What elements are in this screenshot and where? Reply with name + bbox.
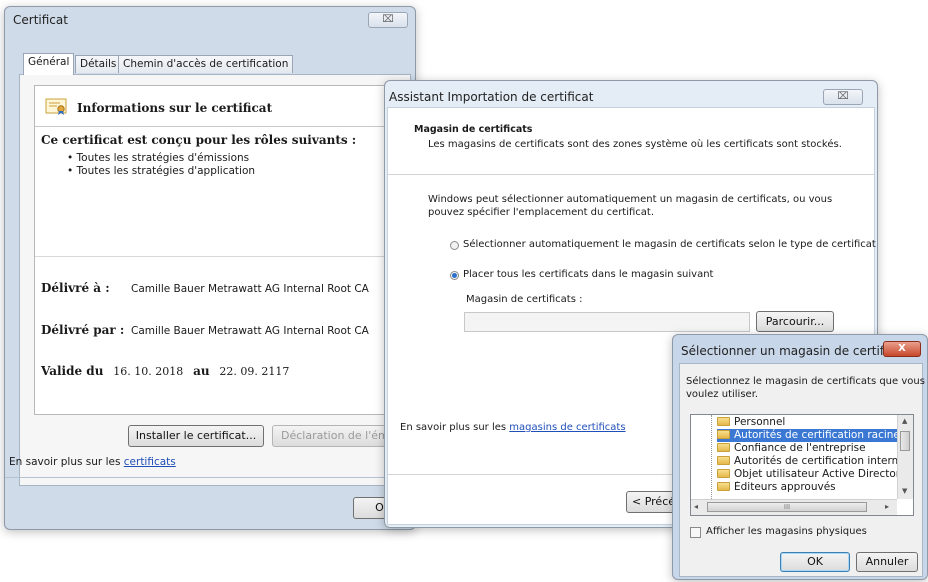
scroll-right-icon[interactable]: ▸ [885,502,889,511]
valid-to: 22. 09. 2117 [219,365,290,378]
certificate-stores-link[interactable]: magasins de certificats [509,422,625,433]
certificate-window: Certificat ⌧ Général Détails Chemin d'ac… [4,6,416,530]
show-physical-label[interactable]: Afficher les magasins physiques [706,526,867,537]
store-item-trusted-root[interactable]: Autorités de certification racines de co… [717,429,897,442]
vertical-scrollbar[interactable]: ▲ ▼ [897,415,913,499]
header-divider [35,126,395,127]
learn-more: En savoir plus sur les magasins de certi… [400,422,626,433]
store-item-active-directory[interactable]: Objet utilisateur Active Directory [717,468,897,481]
roles-divider [35,256,395,257]
certificates-link[interactable]: certificats [124,456,176,468]
radio-auto-select[interactable] [450,241,459,250]
valid-from: 16. 10. 2018 [113,365,184,378]
learn-more-text: En savoir plus sur les [9,456,121,468]
hscroll-thumb[interactable]: III [707,502,867,512]
prompt-line: Sélectionnez le magasin de certificats q… [686,376,925,387]
role-item: • Toutes les stratégies d'application [67,165,256,177]
valid-label: Valide du [41,364,104,378]
radio-place-all-label[interactable]: Placer tous les certificats dans le maga… [463,269,713,280]
issued-to-value: Camille Bauer Metrawatt AG Internal Root… [131,283,369,295]
scroll-up-icon[interactable]: ▲ [902,417,907,425]
section-description: Les magasins de certificats sont des zon… [428,139,842,150]
store-list: Personnel Autorités de certification rac… [717,416,897,494]
valid-to-label: au [193,364,210,378]
folder-icon [717,443,730,452]
close-button[interactable]: ⌧ [823,89,863,105]
hscroll-grip: III [783,503,791,511]
select-store-dialog: Sélectionner un magasin de certificats X… [672,334,928,580]
store-label: Autorités de certification racines de co… [734,429,897,441]
store-label: Confiance de l'entreprise [734,442,866,454]
prompt-line: voulez utiliser. [686,389,759,400]
store-label: Personnel [734,416,786,428]
ok-button[interactable]: OK [780,552,850,572]
section-title: Magasin de certificats [414,124,533,135]
show-physical-checkbox[interactable] [690,527,701,538]
close-button[interactable]: ⌧ [368,12,408,28]
tab-general[interactable]: Général [23,53,75,75]
issued-by-label: Délivré par : [41,323,125,337]
install-certificate-button[interactable]: Installer le certificat... [128,425,264,447]
roles-heading: Ce certificat est conçu pour les rôles s… [41,133,357,147]
folder-icon [717,482,730,491]
store-item-intermediate[interactable]: Autorités de certification intermédiaire… [717,455,897,468]
intro-line: pouvez spécifier l'emplacement du certif… [428,207,655,218]
tab-certification-path[interactable]: Chemin d'accès de certification [118,55,294,73]
issued-by-value: Camille Bauer Metrawatt AG Internal Root… [131,325,369,337]
learn-more-text: En savoir plus sur les [400,422,507,433]
folder-icon [717,417,730,426]
store-label: Autorités de certification intermédiaire… [734,455,897,467]
radio-auto-select-label[interactable]: Sélectionner automatiquement le magasin … [463,239,876,250]
certificate-icon [45,98,67,116]
store-item-trusted-publishers[interactable]: Éditeurs approuvés [717,481,897,494]
store-label: Magasin de certificats : [466,294,583,305]
window-title: Certificat [13,13,68,27]
info-header: Informations sur le certificat [77,101,273,115]
dialog-title: Sélectionner un magasin de certificats [681,344,913,358]
certificate-info-box: Informations sur le certificat Ce certif… [34,85,396,415]
store-item-personnel[interactable]: Personnel [717,416,897,429]
issued-to-label: Délivré à : [41,281,110,295]
horizontal-scrollbar[interactable]: ◂ III ▸ [691,499,897,515]
browse-button[interactable]: Parcourir... [756,311,834,332]
validity: Valide du 16. 10. 2018 au 22. 09. 2117 [41,364,289,378]
scroll-down-icon[interactable]: ▼ [902,487,907,495]
role-item: • Toutes les stratégies d'émissions [67,152,250,164]
folder-icon [717,456,730,465]
scroll-left-icon[interactable]: ◂ [694,502,698,511]
footer-divider [5,477,415,478]
intro-line: Windows peut sélectionner automatiquemen… [428,194,833,205]
store-label: Éditeurs approuvés [734,481,836,493]
folder-icon [717,430,730,439]
radio-place-all[interactable] [450,271,459,280]
tab-page-general: Informations sur le certificat Ce certif… [19,74,412,486]
store-field[interactable] [464,312,750,332]
folder-icon [717,469,730,478]
window-title: Assistant Importation de certificat [389,90,594,104]
header-divider [388,174,874,175]
cancel-button[interactable]: Annuler [856,552,918,572]
store-tree[interactable]: Personnel Autorités de certification rac… [690,414,914,516]
close-button[interactable]: X [883,341,921,357]
tree-connector [711,415,713,499]
store-label: Objet utilisateur Active Directory [734,468,897,480]
learn-more: En savoir plus sur les certificats [9,456,176,468]
store-item-enterprise-trust[interactable]: Confiance de l'entreprise [717,442,897,455]
tab-details[interactable]: Détails [75,55,122,73]
scroll-thumb[interactable] [900,431,910,451]
dialog-content: Sélectionnez le magasin de certificats q… [679,363,925,577]
